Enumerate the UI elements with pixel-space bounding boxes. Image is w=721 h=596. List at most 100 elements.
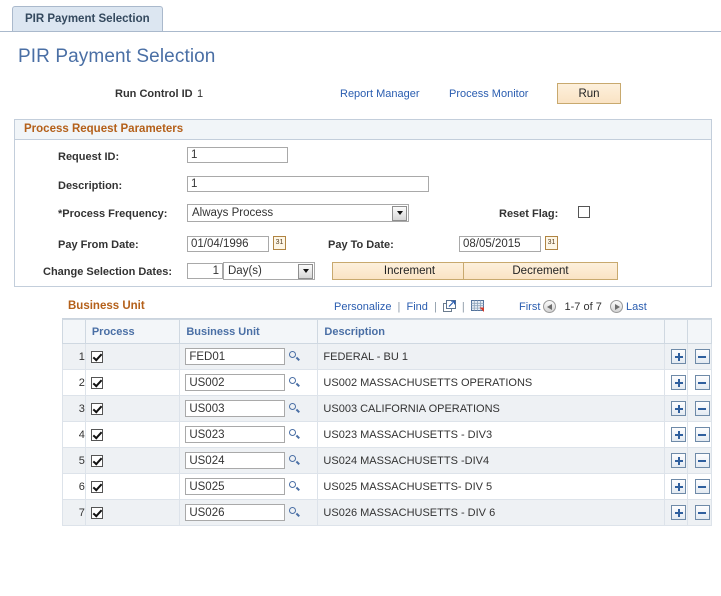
business-unit-cell	[179, 395, 319, 422]
business-unit-input[interactable]	[185, 426, 286, 443]
separator: |	[433, 301, 437, 313]
table-row: 7 US026 MASSACHUSETTS - DIV 6	[62, 499, 712, 526]
add-row-cell	[664, 369, 689, 396]
process-cell	[84, 447, 181, 474]
search-icon[interactable]	[288, 402, 301, 416]
process-checkbox[interactable]	[90, 376, 103, 389]
search-icon[interactable]	[288, 428, 301, 442]
pay-from-date-label: Pay From Date:	[58, 239, 139, 251]
next-page-icon[interactable]	[609, 300, 623, 313]
remove-row-cell	[687, 421, 712, 448]
change-selection-dates-label: Change Selection Dates:	[43, 266, 172, 278]
remove-row-button[interactable]	[694, 375, 710, 390]
request-id-input[interactable]	[187, 147, 288, 163]
remove-row-button[interactable]	[694, 479, 710, 494]
run-control-row: Run Control ID 1 Report Manager Process …	[0, 82, 721, 112]
process-checkbox[interactable]	[90, 402, 103, 415]
process-checkbox[interactable]	[90, 350, 103, 363]
process-cell	[84, 395, 181, 422]
process-checkbox[interactable]	[90, 428, 103, 441]
process-frequency-select[interactable]: Always Process	[187, 204, 409, 222]
calendar-icon[interactable]: 31	[273, 236, 286, 250]
run-button[interactable]: Run	[557, 83, 621, 104]
add-row-button[interactable]	[671, 427, 687, 442]
business-unit-cell	[179, 343, 319, 370]
business-unit-cell	[179, 369, 319, 396]
download-grid-icon[interactable]	[470, 300, 485, 313]
tab-bar: PIR Payment Selection	[0, 6, 721, 32]
col-add	[664, 319, 689, 344]
pay-to-date-input[interactable]	[459, 236, 541, 252]
tab-pir-payment-selection[interactable]: PIR Payment Selection	[12, 6, 163, 31]
business-unit-cell	[179, 447, 319, 474]
change-selection-unit-select[interactable]: Day(s)	[223, 262, 315, 280]
add-row-cell	[664, 473, 689, 500]
col-description: Description	[317, 319, 666, 344]
search-icon[interactable]	[288, 506, 301, 520]
remove-row-cell	[687, 473, 712, 500]
pay-from-date-input[interactable]	[187, 236, 269, 252]
page-title: PIR Payment Selection	[18, 46, 216, 67]
calendar-icon[interactable]: 31	[545, 236, 558, 250]
request-id-label: Request ID:	[58, 151, 120, 163]
remove-row-button[interactable]	[694, 505, 710, 520]
process-checkbox[interactable]	[90, 454, 103, 467]
decrement-button[interactable]: Decrement	[463, 262, 618, 280]
search-icon[interactable]	[288, 350, 301, 364]
row-number: 7	[62, 499, 86, 526]
col-process: Process	[84, 319, 181, 344]
separator: |	[397, 301, 401, 313]
description-label: Description:	[58, 180, 123, 192]
search-icon[interactable]	[288, 480, 301, 494]
business-unit-cell	[179, 499, 319, 526]
search-icon[interactable]	[288, 454, 301, 468]
last-link[interactable]: Last	[626, 301, 647, 313]
remove-row-button[interactable]	[694, 453, 710, 468]
add-row-button[interactable]	[671, 349, 687, 364]
business-unit-input[interactable]	[185, 400, 286, 417]
business-unit-input[interactable]	[185, 374, 286, 391]
previous-page-icon[interactable]	[543, 300, 557, 313]
separator: |	[461, 301, 465, 313]
reset-flag-label: Reset Flag:	[499, 208, 559, 220]
business-unit-input[interactable]	[185, 504, 286, 521]
business-unit-input[interactable]	[185, 452, 286, 469]
business-unit-input[interactable]	[185, 478, 286, 495]
process-checkbox[interactable]	[90, 480, 103, 493]
change-selection-number-input[interactable]	[187, 263, 223, 279]
change-selection-unit-value: Day(s)	[228, 265, 262, 277]
remove-row-cell	[687, 343, 712, 370]
add-row-button[interactable]	[671, 453, 687, 468]
remove-row-button[interactable]	[694, 401, 710, 416]
process-checkbox[interactable]	[90, 506, 103, 519]
process-monitor-link[interactable]: Process Monitor	[449, 88, 528, 100]
find-link[interactable]: Find	[406, 301, 427, 313]
report-manager-link[interactable]: Report Manager	[340, 88, 420, 100]
add-row-cell	[664, 499, 689, 526]
description-input[interactable]	[187, 176, 429, 192]
process-cell	[84, 473, 181, 500]
table-row: 6 US025 MASSACHUSETTS- DIV 5	[62, 473, 712, 500]
description-cell: US003 CALIFORNIA OPERATIONS	[317, 395, 666, 422]
table-row: 3 US003 CALIFORNIA OPERATIONS	[62, 395, 712, 422]
business-unit-input[interactable]	[185, 348, 286, 365]
pay-to-date-label: Pay To Date:	[328, 239, 394, 251]
description-cell: FEDERAL - BU 1	[317, 343, 666, 370]
row-range-text: 1-7 of 7	[564, 301, 602, 313]
row-number: 5	[62, 447, 86, 474]
add-row-button[interactable]	[671, 505, 687, 520]
add-row-button[interactable]	[671, 375, 687, 390]
remove-row-button[interactable]	[694, 349, 710, 364]
new-window-icon[interactable]	[442, 300, 456, 312]
description-cell: US002 MASSACHUSETTS OPERATIONS	[317, 369, 666, 396]
add-row-button[interactable]	[671, 401, 687, 416]
personalize-link[interactable]: Personalize	[334, 301, 391, 313]
remove-row-button[interactable]	[694, 427, 710, 442]
add-row-button[interactable]	[671, 479, 687, 494]
business-unit-grid: Business Unit Personalize | Find | | Fir…	[62, 297, 712, 526]
search-icon[interactable]	[288, 376, 301, 390]
grid-toolbar: Personalize | Find | |	[334, 300, 485, 313]
reset-flag-checkbox[interactable]	[578, 206, 590, 218]
first-link[interactable]: First	[519, 301, 540, 313]
add-row-cell	[664, 395, 689, 422]
